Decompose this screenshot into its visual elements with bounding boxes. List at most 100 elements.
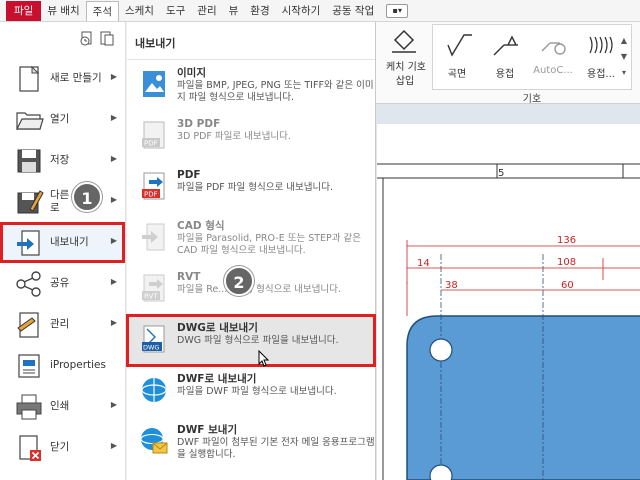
submenu-item-desc: DWF 파일이 첨부된 기본 전자 메일 응용프로그램을 실행합니다. bbox=[177, 437, 375, 460]
menu-item-label: 인쇄 bbox=[50, 400, 70, 412]
tab-manage[interactable]: 관리 bbox=[191, 1, 222, 21]
drawing-canvas[interactable]: 5 136 14 108 38 60 bbox=[370, 104, 640, 480]
menu-item-label: 닫기 bbox=[50, 441, 70, 453]
tab-annotate[interactable]: 주석 bbox=[85, 0, 119, 21]
submenu-item-title: 3D PDF bbox=[177, 118, 221, 130]
export-3d-pdf-item[interactable]: PDF 3D PDF 3D PDF 파일로 내보냅니다. bbox=[127, 111, 375, 162]
recent-docs-bar bbox=[0, 22, 125, 58]
submenu-item-desc: 3D PDF 파일로 내보냅니다. bbox=[177, 131, 291, 142]
submenu-title: 내보내기 bbox=[127, 22, 375, 60]
menu-item-label: 저장 bbox=[50, 154, 70, 166]
dimension-136: 136 bbox=[557, 235, 576, 246]
submenu-item-desc: 파일을 Re...(RVT) 형식으로 내보냅니다. bbox=[177, 284, 341, 295]
tab-get-started[interactable]: 시작하기 bbox=[276, 1, 327, 21]
ribbon-panel: 케치 기호 삽입 곡면 용접 AutoC... 용접... ▲ ▼ ▾ 기호 bbox=[370, 22, 640, 105]
dimension-38: 38 bbox=[445, 280, 458, 291]
menu-item-label: 관리 bbox=[50, 318, 70, 330]
symbol-group: 곡면 용접 AutoC... 용접... ▲ ▼ ▾ bbox=[432, 24, 632, 90]
autocad-symbol-label: AutoC... bbox=[533, 65, 573, 76]
menu-item-label: 열기 bbox=[50, 113, 70, 125]
close-file-icon bbox=[19, 434, 41, 461]
submenu-item-title: PDF bbox=[177, 169, 201, 181]
menu-item-open[interactable]: 열기 ▶ bbox=[0, 99, 125, 140]
tab-view[interactable]: 뷰 bbox=[223, 1, 245, 21]
share-icon bbox=[16, 270, 41, 297]
iproperties-icon bbox=[18, 353, 40, 378]
surface-texture-icon bbox=[447, 34, 472, 57]
export-image-item[interactable]: 이미지 파일을 BMP, JPEG, PNG 또는 TIFF와 같은 이미지 파… bbox=[127, 60, 375, 111]
export-dwf-item[interactable]: DWF로 내보내기 파일을 DWF 파일 형식으로 내보냅니다. bbox=[127, 366, 375, 417]
weld-label: 용접 bbox=[495, 69, 515, 80]
submenu-item-desc: 파일을 PDF 파일 형식으로 내보냅니다. bbox=[177, 182, 333, 193]
save-as-icon bbox=[17, 189, 44, 213]
open-documents-icon[interactable] bbox=[99, 30, 115, 46]
insert-label: 삽입 bbox=[395, 76, 415, 87]
dimension-108: 108 bbox=[557, 257, 576, 268]
submenu-arrow-icon: ▶ bbox=[110, 400, 117, 409]
submenu-arrow-icon: ▶ bbox=[110, 441, 117, 450]
menu-item-share[interactable]: 공유 ▶ bbox=[0, 263, 125, 304]
3d-pdf-icon: PDF bbox=[142, 121, 165, 149]
dimension-14: 14 bbox=[417, 258, 430, 269]
weld-bead-label: 용접... bbox=[587, 69, 615, 80]
submenu-item-desc: 파일을 BMP, JPEG, PNG 또는 TIFF와 같은 이미지 파일 형식… bbox=[177, 80, 374, 103]
tab-view-layout[interactable]: 뷰 배치 bbox=[41, 1, 85, 21]
submenu-item-title: DWF 보내기 bbox=[177, 424, 238, 436]
tab-collaborate[interactable]: 공동 작업 bbox=[326, 1, 380, 21]
recent-documents-icon[interactable] bbox=[79, 30, 95, 46]
submenu-arrow-icon: ▶ bbox=[110, 195, 117, 204]
svg-text:RVT: RVT bbox=[144, 293, 158, 301]
application-menu: 새로 만들기 ▶ 열기 ▶ 저장 ▶ 다른 이름으로 ▶ 내보내기 bbox=[0, 22, 126, 480]
menu-item-label: 내보내기 bbox=[50, 236, 89, 248]
tab-sketch[interactable]: 스케치 bbox=[119, 1, 160, 21]
export-pdf-item[interactable]: PDF PDF 파일을 PDF 파일 형식으로 내보냅니다. bbox=[127, 162, 375, 213]
weld-button[interactable]: 용접 bbox=[483, 31, 527, 83]
drawing-sheet: 5 136 14 108 38 60 bbox=[371, 104, 640, 480]
pdf-icon: PDF bbox=[142, 172, 165, 200]
menu-item-label: 새로 만들기 bbox=[50, 72, 102, 84]
svg-text:PDF: PDF bbox=[144, 140, 158, 148]
weld-symbol-icon bbox=[493, 35, 518, 56]
symbol-group-label: 기호 bbox=[522, 94, 542, 105]
menu-item-iproperties[interactable]: iProperties bbox=[0, 345, 125, 386]
menu-item-close[interactable]: 닫기 ▶ bbox=[0, 427, 125, 468]
panel-scroll-icon[interactable]: ▲ ▼ ▾ bbox=[619, 33, 629, 85]
menu-item-print[interactable]: 인쇄 ▶ bbox=[0, 386, 125, 427]
menu-item-manage[interactable]: 관리 ▶ bbox=[0, 304, 125, 345]
tab-file[interactable]: 파일 bbox=[6, 0, 42, 21]
weld-bead-button[interactable]: 용접... bbox=[579, 31, 623, 83]
submenu-arrow-icon: ▶ bbox=[110, 154, 117, 163]
sketch-symbol-insert-button[interactable]: 케치 기호 삽입 bbox=[376, 26, 432, 92]
save-icon bbox=[17, 149, 41, 172]
dwf-send-icon bbox=[140, 428, 168, 454]
image-export-icon bbox=[143, 71, 165, 97]
export-cad-format-item[interactable]: CAD 형식 파일을 Parasolid, PRO-E 또는 STEP과 같은 … bbox=[127, 213, 375, 264]
step-badge-2: 2 bbox=[224, 266, 254, 296]
autocad-symbol-icon bbox=[541, 42, 566, 55]
autocad-symbol-button[interactable]: AutoC... bbox=[531, 31, 575, 83]
submenu-item-title: RVT bbox=[177, 271, 201, 283]
svg-text:DWG: DWG bbox=[143, 344, 159, 352]
send-dwf-item[interactable]: DWF 보내기 DWF 파일이 첨부된 기본 전자 메일 응용프로그램을 실행합… bbox=[127, 417, 375, 468]
svg-text:PDF: PDF bbox=[144, 191, 158, 199]
menu-item-export[interactable]: 내보내기 ▶ bbox=[0, 222, 125, 263]
submenu-item-desc: 파일을 Parasolid, PRO-E 또는 STEP과 같은 CAD 파일 … bbox=[177, 233, 362, 256]
dimension-60: 60 bbox=[561, 280, 574, 291]
submenu-item-title: DWF로 내보내기 bbox=[177, 373, 257, 385]
submenu-item-title: 이미지 bbox=[177, 67, 206, 79]
export-dwg-item[interactable]: DWG DWG로 내보내기 DWG 파일 형식으로 파일을 내보냅니다. bbox=[126, 314, 376, 367]
submenu-item-desc: 파일을 DWF 파일 형식으로 내보냅니다. bbox=[177, 386, 337, 397]
tab-environment[interactable]: 환경 bbox=[244, 1, 275, 21]
submenu-item-title: DWG로 내보내기 bbox=[177, 322, 258, 334]
print-icon bbox=[16, 394, 42, 419]
ribbon-options-icon[interactable]: ▪▾ bbox=[386, 3, 409, 18]
open-folder-icon bbox=[16, 111, 44, 130]
surface-texture-button[interactable]: 곡면 bbox=[435, 31, 479, 83]
menu-item-save[interactable]: 저장 ▶ bbox=[0, 140, 125, 181]
ribbon-tab-bar: 파일 뷰 배치 주석 스케치 도구 관리 뷰 환경 시작하기 공동 작업 ▪▾ bbox=[0, 0, 640, 22]
menu-item-new[interactable]: 새로 만들기 ▶ bbox=[0, 58, 125, 99]
sheet-column-label: 5 bbox=[498, 168, 504, 179]
tab-tools[interactable]: 도구 bbox=[160, 1, 191, 21]
weld-bead-icon bbox=[589, 36, 613, 54]
menu-item-save-as[interactable]: 다른 이름으로 ▶ bbox=[0, 181, 125, 222]
